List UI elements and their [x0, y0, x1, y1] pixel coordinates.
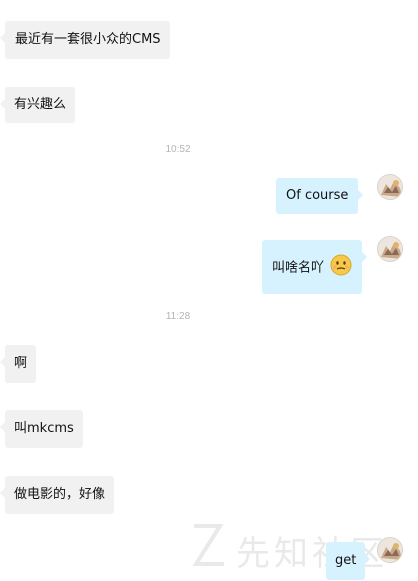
user-avatar[interactable] [377, 236, 403, 262]
message-bubble-incoming[interactable]: 有兴趣么 [0, 87, 76, 123]
chat-conversation: 最近有一套很小众的CMS 有兴趣么 10:52 Of course 叫啥名吖 1… [0, 0, 418, 581]
message-bubble-incoming[interactable]: 最近有一套很小众的CMS [0, 21, 170, 59]
message-bubble-outgoing[interactable]: Of course [276, 178, 364, 214]
message-bubble-incoming[interactable]: 做电影的，好像 [0, 476, 115, 514]
timestamp: 11:28 [165, 311, 191, 322]
watermark-logo-icon [192, 524, 224, 566]
message-text: 有兴趣么 [14, 97, 67, 112]
message-bubble-incoming[interactable]: 叫mkcms [0, 410, 83, 448]
user-avatar[interactable] [377, 174, 403, 200]
message-text: 叫啥名吖 [272, 260, 325, 276]
watermark-text: 先知社区 [236, 534, 388, 574]
thinking-face-emoji-icon [330, 254, 352, 282]
message-bubble-outgoing[interactable]: get [326, 542, 371, 580]
message-bubble-outgoing[interactable]: 叫啥名吖 [262, 240, 368, 294]
avatar-image-icon [378, 175, 402, 199]
avatar-image-icon [378, 237, 402, 261]
message-text: 啊 [14, 356, 28, 371]
message-bubble-incoming[interactable]: 啊 [0, 345, 37, 383]
message-text: Of course [286, 188, 349, 203]
message-text: 最近有一套很小众的CMS [15, 32, 161, 47]
avatar-image-icon [378, 538, 402, 562]
message-text: 做电影的，好像 [14, 487, 106, 502]
user-avatar[interactable] [377, 537, 403, 563]
message-text: 叫mkcms [14, 421, 74, 436]
timestamp: 10:52 [165, 144, 191, 155]
message-text: get [335, 553, 357, 568]
